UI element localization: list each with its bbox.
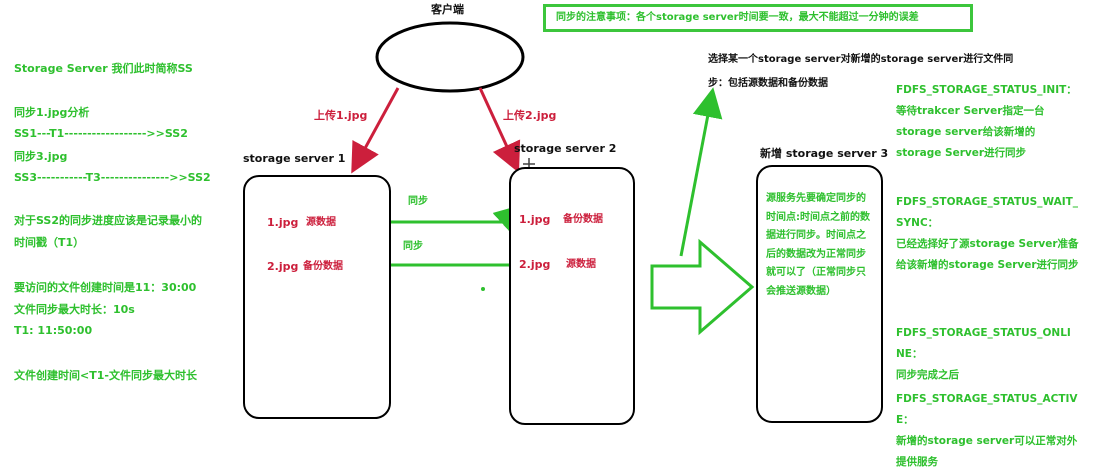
left-note-line: 同步3.jpg — [14, 150, 68, 163]
status-active: FDFS_STORAGE_STATUS_ACTIVE： 新增的storage s… — [896, 389, 1079, 473]
status-online-title: FDFS_STORAGE_STATUS_ONLINE： — [896, 327, 1071, 360]
sync1-label: 同步 — [408, 196, 428, 207]
left-note-line: 文件同步最大时长：10s — [14, 303, 135, 316]
left-note-line: Storage Server 我们此时简称SS — [14, 62, 193, 75]
server3-title: 新增 storage server 3 — [760, 147, 889, 160]
status-wait: FDFS_STORAGE_STATUS_WAIT_SYNC： 已经选择好了源st… — [896, 192, 1079, 276]
server2-title: storage server 2 — [514, 142, 617, 155]
client-ellipse — [375, 21, 525, 93]
upload2-arrow — [478, 87, 521, 173]
upload1-arrow — [351, 87, 400, 174]
status-init-title: FDFS_STORAGE_STATUS_INIT： — [896, 84, 1077, 96]
server2-row1-tag: 备份数据 — [563, 214, 603, 225]
server3-text: 源服务先要确定同步的时间点:时间点之前的数据进行同步。时间点之后的数据改为正常同… — [766, 193, 870, 297]
status-online-desc: 同步完成之后 — [896, 369, 959, 381]
status-wait-desc: 已经选择好了源storage Server准备给该新增的storage Serv… — [896, 238, 1079, 271]
left-note-line: 时间戳（T1） — [14, 236, 85, 249]
client-label: 客户端 — [431, 3, 464, 16]
status-active-title: FDFS_STORAGE_STATUS_ACTIVE： — [896, 393, 1078, 426]
new-server-note-line1: 选择某一个storage server对新增的storage server进行文… — [708, 54, 1014, 65]
server1-box — [243, 175, 391, 419]
left-note-line: SS3-----------T3--------------->>SS2 — [14, 171, 211, 184]
status-init-desc: 等待trakcer Server指定一台storage server给该新增的s… — [896, 105, 1045, 159]
server2-box — [509, 167, 635, 425]
server1-row2-tag: 备份数据 — [303, 261, 343, 272]
upload1-label: 上传1.jpg — [314, 109, 368, 122]
server2-row2-file: 2.jpg — [519, 258, 551, 271]
up-arrow — [679, 87, 723, 257]
server1-row2-file: 2.jpg — [267, 260, 299, 273]
green-dot — [481, 287, 485, 291]
status-wait-title: FDFS_STORAGE_STATUS_WAIT_SYNC： — [896, 196, 1079, 229]
new-server-note-line2: 步：包括源数据和备份数据 — [708, 78, 828, 89]
left-note-line: T1: 11:50:00 — [14, 324, 93, 337]
server2-row2-tag: 源数据 — [566, 259, 596, 270]
left-note-line: 对于SS2的同步进度应该是记录最小的 — [14, 214, 203, 227]
server2-row1-file: 1.jpg — [519, 213, 551, 226]
upload2-label: 上传2.jpg — [503, 109, 557, 122]
left-note-line: 文件创建时间<T1-文件同步最大时长 — [14, 369, 197, 382]
left-note-line: 要访问的文件创建时间是11：30:00 — [14, 281, 197, 294]
server1-title: storage server 1 — [243, 152, 346, 165]
top-note-text: 同步的注意事项：各个storage server时间要一致，最大不能超过一分钟的… — [556, 12, 919, 23]
status-active-desc: 新增的storage server可以正常对外提供服务 — [896, 435, 1078, 468]
server1-row1-file: 1.jpg — [267, 216, 299, 229]
status-init: FDFS_STORAGE_STATUS_INIT： 等待trakcer Serv… — [896, 80, 1079, 164]
server1-row1-tag: 源数据 — [306, 217, 336, 228]
left-note-line: SS1---T1------------------>>SS2 — [14, 127, 188, 140]
left-note-line: 同步1.jpg分析 — [14, 106, 90, 119]
big-right-arrow — [650, 238, 755, 336]
status-online: FDFS_STORAGE_STATUS_ONLINE： 同步完成之后 — [896, 323, 1079, 386]
sync2-label: 同步 — [403, 241, 423, 252]
